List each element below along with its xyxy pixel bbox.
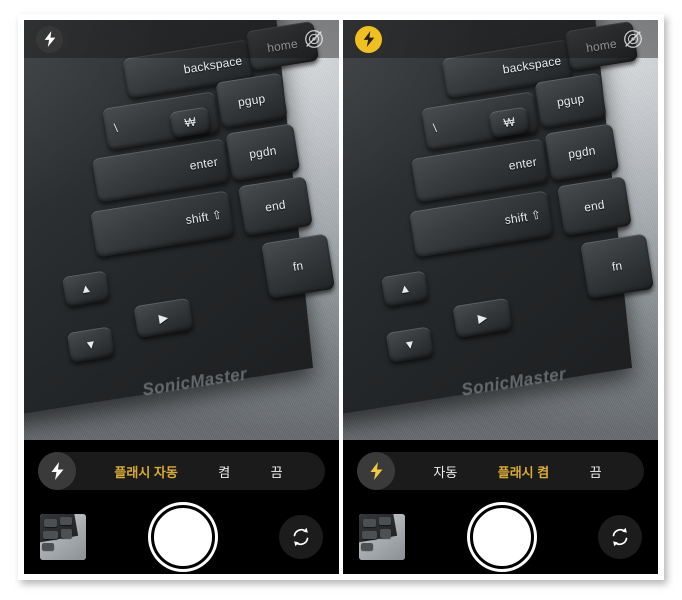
keyboard-key: ▶: [452, 297, 513, 339]
thumb-key: [43, 531, 58, 539]
gallery-thumbnail-right[interactable]: [359, 514, 405, 560]
gallery-thumbnail-left[interactable]: [40, 514, 86, 560]
shutter-sound-off-icon-left[interactable]: [301, 26, 327, 52]
thumb-key: [61, 529, 72, 538]
flash-toggle-right[interactable]: [357, 452, 395, 490]
keyboard-key: pgup: [534, 72, 607, 129]
camera-topbar-left: [24, 20, 339, 58]
comparison-card: backspace home \ ₩ pgup enter pgdn shift ⇧ end fn…: [18, 14, 664, 580]
flash-option-auto-right[interactable]: 자동: [429, 460, 461, 483]
keyboard-key: pgup: [215, 72, 288, 129]
camera-action-row-left: [24, 502, 339, 572]
thumb-key: [44, 519, 57, 527]
keyboard-key: ▼: [66, 326, 115, 363]
flash-option-off-left[interactable]: 끔: [267, 460, 287, 483]
keyboard-key: pgdn: [225, 123, 301, 182]
keyboard-key: fn: [261, 233, 336, 300]
keyboard-key: end: [237, 176, 313, 237]
keyboard-key: ▲: [61, 270, 111, 307]
flash-option-auto-left[interactable]: 플래시 자동: [110, 460, 181, 483]
flash-options-right: 자동 플래시 켬 끔: [395, 460, 644, 483]
thumb-key: [379, 517, 391, 525]
flash-option-on-left[interactable]: 켬: [214, 460, 234, 483]
flash-mode-bar-right: 자동 플래시 켬 끔: [357, 452, 644, 490]
keyboard-key: end: [556, 176, 632, 237]
shutter-button-right[interactable]: [469, 505, 534, 569]
keyboard-key: ▶: [133, 297, 194, 339]
camera-action-row-right: [343, 502, 658, 572]
flash-toggle-left[interactable]: [38, 452, 76, 490]
camera-preview-right[interactable]: backspace home \ ₩ pgup enter pgdn shift ⇧ end fn…: [343, 20, 658, 440]
thumb-key: [42, 543, 54, 550]
flash-mode-bar-left: 플래시 자동 켬 끔: [38, 452, 325, 490]
keyboard-key: pgdn: [544, 123, 620, 182]
camera-panel-left: backspace home \ ₩ pgup enter pgdn shift ⇧ end fn…: [24, 20, 339, 574]
screenshot-root: backspace home \ ₩ pgup enter pgdn shift ⇧ end fn…: [0, 0, 682, 600]
keyboard-key: ▼: [385, 326, 434, 363]
camera-controls-right: 자동 플래시 켬 끔: [343, 440, 658, 574]
switch-camera-icon-left[interactable]: [279, 515, 323, 559]
thumb-key: [363, 519, 376, 527]
camera-panel-right: backspace home \ ₩ pgup enter pgdn shift ⇧ end fn…: [343, 20, 658, 574]
keyboard-key: ▲: [380, 270, 430, 307]
flash-option-on-right[interactable]: 플래시 켬: [494, 460, 553, 483]
thumb-key: [362, 531, 377, 539]
thumb-key: [361, 543, 373, 550]
camera-preview-left[interactable]: backspace home \ ₩ pgup enter pgdn shift ⇧ end fn…: [24, 20, 339, 440]
switch-camera-icon-right[interactable]: [598, 515, 642, 559]
flash-icon-badge-right[interactable]: [355, 25, 382, 53]
flash-option-off-right[interactable]: 끔: [586, 460, 606, 483]
keyboard-key: fn: [580, 233, 655, 300]
thumb-key: [60, 517, 72, 525]
thumb-key: [380, 529, 391, 538]
shutter-button-left[interactable]: [150, 505, 215, 569]
shutter-sound-off-icon-right[interactable]: [620, 26, 646, 52]
flash-icon-badge-left[interactable]: [36, 25, 63, 53]
camera-topbar-right: [343, 20, 658, 58]
camera-controls-left: 플래시 자동 켬 끔: [24, 440, 339, 574]
flash-options-left: 플래시 자동 켬 끔: [76, 460, 325, 483]
